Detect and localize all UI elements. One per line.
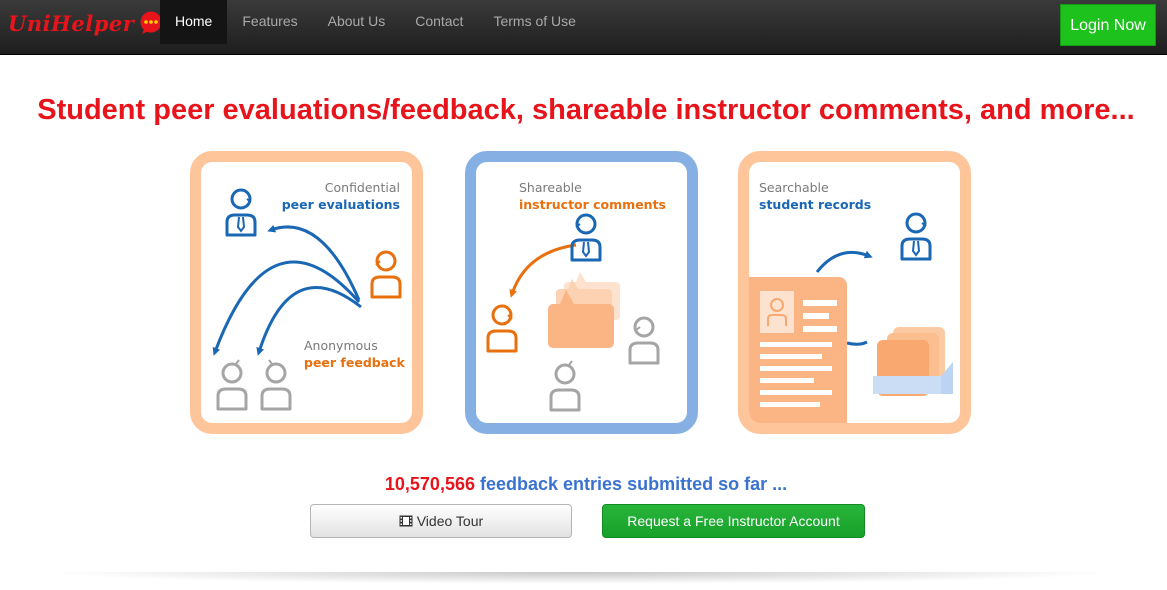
- student-record-card-icon: [749, 277, 847, 423]
- video-tour-button[interactable]: Video Tour: [310, 504, 572, 538]
- navbar: UniHelper Home Features About Us Contact…: [0, 0, 1167, 55]
- feature-panel-student-records: Searchable student records: [738, 151, 971, 434]
- content-shadow: [40, 572, 1120, 584]
- brand-name: UniHelper: [8, 10, 135, 36]
- nav-home[interactable]: Home: [160, 0, 228, 44]
- arrow-to-files: [846, 340, 868, 346]
- arrow-to-instructor: [815, 250, 873, 273]
- file-folder-icon: [873, 327, 953, 396]
- arrow-to-student-1: [212, 260, 361, 356]
- instructor-person-icon: [900, 212, 932, 261]
- feedback-count-label: feedback entries submitted so far ...: [480, 474, 788, 494]
- instructor-person-icon: [225, 188, 257, 237]
- nav-terms-of-use[interactable]: Terms of Use: [478, 0, 590, 44]
- peer-evaluation-illustration: [212, 188, 402, 411]
- arrow-to-student-2: [256, 286, 362, 356]
- nav-about-us[interactable]: About Us: [313, 0, 401, 44]
- instructor-comments-illustration: [486, 213, 660, 412]
- nav-features[interactable]: Features: [227, 0, 312, 44]
- brand-logo[interactable]: UniHelper: [8, 8, 164, 38]
- student-orange-person-icon: [486, 304, 518, 353]
- feature-panel-instructor-comments: Shareable instructor comments: [465, 151, 698, 434]
- comment-stack-icon: [548, 272, 620, 348]
- film-icon: [399, 515, 413, 527]
- video-tour-label: Video Tour: [416, 513, 484, 529]
- request-account-button[interactable]: Request a Free Instructor Account: [602, 504, 865, 538]
- feedback-stats: 10,570,566 feedback entries submitted so…: [0, 474, 1167, 495]
- student-gray-person-icon-1: [216, 359, 248, 411]
- main-nav: Home Features About Us Contact Terms of …: [160, 0, 591, 44]
- nav-contact[interactable]: Contact: [400, 0, 478, 44]
- feedback-count: 10,570,566: [384, 474, 475, 494]
- student-gray-person-icon-2: [549, 360, 581, 412]
- page-headline: Student peer evaluations/feedback, share…: [37, 94, 1135, 126]
- student-gray-person-icon-1: [628, 316, 660, 365]
- student-records-illustration: [749, 212, 953, 423]
- feature-panel-peer-evaluations: Confidential peer evaluations Anonymous …: [190, 151, 423, 434]
- student-gray-person-icon-2: [260, 359, 292, 411]
- login-button[interactable]: Login Now: [1060, 4, 1156, 46]
- student-orange-person-icon: [370, 250, 402, 299]
- instructor-person-icon: [570, 213, 602, 262]
